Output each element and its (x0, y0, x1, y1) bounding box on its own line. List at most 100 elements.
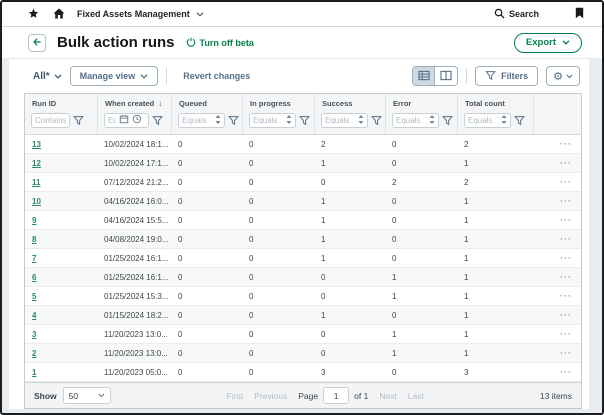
column-header-success[interactable]: Success (314, 94, 385, 110)
cell-error: 0 (385, 311, 457, 320)
row-actions-button[interactable]: ··· (560, 253, 572, 263)
column-header-total-count[interactable]: Total count (457, 94, 533, 110)
filter-funnel-icon[interactable] (442, 115, 453, 126)
row-actions-button[interactable]: ··· (560, 310, 572, 320)
total-count-filter-select[interactable]: Equals (464, 113, 511, 128)
in-progress-filter-select[interactable]: Equals (249, 113, 296, 128)
run-id-link[interactable]: 11 (32, 178, 40, 187)
layout-toggle-group (412, 66, 458, 86)
table-row: 9 04/16/2024 15:5... 0 0 1 0 1 ··· (25, 211, 581, 230)
table-header: Run ID When created ↓ Queued In progress… (25, 94, 581, 135)
up-down-arrows-icon (215, 111, 221, 129)
row-actions-button[interactable]: ··· (560, 329, 572, 339)
table-row: 8 04/08/2024 19:0... 0 0 1 0 1 ··· (25, 230, 581, 249)
success-filter-select[interactable]: Equals (321, 113, 368, 128)
pagination-previous[interactable]: Previous (254, 391, 287, 401)
run-id-link[interactable]: 1 (32, 368, 36, 377)
settings-button[interactable]: ⚙ (546, 66, 580, 86)
back-button[interactable] (28, 34, 46, 52)
cell-total-count: 1 (457, 349, 533, 358)
cell-run-id: 4 (25, 311, 97, 320)
cell-actions: ··· (533, 215, 581, 225)
row-actions-button[interactable]: ··· (560, 158, 572, 168)
page-header: Bulk action runs Turn off beta Export (2, 27, 602, 59)
cell-in-progress: 0 (242, 178, 314, 187)
chevron-down-icon (98, 393, 105, 398)
pagination-last[interactable]: Last (408, 391, 424, 401)
home-button[interactable] (53, 7, 65, 22)
run-id-link[interactable]: 5 (32, 292, 36, 301)
run-id-link[interactable]: 10 (32, 197, 41, 206)
row-actions-button[interactable]: ··· (560, 367, 572, 377)
calendar-icon[interactable] (119, 111, 129, 129)
cell-total-count: 1 (457, 330, 533, 339)
row-actions-button[interactable]: ··· (560, 215, 572, 225)
run-id-link[interactable]: 13 (32, 140, 41, 149)
run-id-link[interactable]: 4 (32, 311, 36, 320)
revert-changes-button[interactable]: Revert changes (183, 71, 250, 81)
manage-view-button[interactable]: Manage view (70, 66, 159, 86)
filter-cell-when-created: Equals (97, 110, 171, 134)
pagination-first[interactable]: First (227, 391, 244, 401)
pagination-next[interactable]: Next (379, 391, 396, 401)
app-switcher[interactable]: Fixed Assets Management (65, 9, 204, 19)
run-id-link[interactable]: 9 (32, 216, 36, 225)
column-header-error[interactable]: Error (385, 94, 457, 110)
run-id-link[interactable]: 3 (32, 330, 36, 339)
when-created-filter[interactable]: Equals (104, 113, 149, 128)
filter-funnel-icon[interactable] (514, 115, 525, 126)
bookmarks-button[interactable] (575, 7, 584, 22)
filter-cell-total-count: Equals (457, 110, 533, 134)
table-row: 13 10/02/2024 18:1... 0 0 2 0 2 ··· (25, 135, 581, 154)
cell-when-created: 04/16/2024 15:5... (97, 216, 171, 225)
cell-queued: 0 (171, 292, 242, 301)
run-id-link[interactable]: 8 (32, 235, 36, 244)
column-header-when-created[interactable]: When created ↓ (97, 94, 171, 110)
row-actions-button[interactable]: ··· (560, 234, 572, 244)
filter-funnel-icon[interactable] (152, 115, 163, 126)
filter-funnel-icon[interactable] (228, 115, 239, 126)
run-id-filter-input[interactable] (31, 113, 70, 128)
row-actions-button[interactable]: ··· (560, 139, 572, 149)
run-id-link[interactable]: 2 (32, 349, 36, 358)
run-id-link[interactable]: 7 (32, 254, 36, 263)
cell-success: 0 (314, 178, 385, 187)
run-id-link[interactable]: 12 (32, 159, 41, 168)
content-area: All* Manage view Revert changes (2, 59, 602, 413)
row-actions-button[interactable]: ··· (560, 291, 572, 301)
table-view-toggle[interactable] (412, 66, 435, 86)
page-number-input[interactable] (323, 387, 349, 404)
filters-button[interactable]: Filters (475, 66, 538, 86)
queued-filter-select[interactable]: Equals (178, 113, 225, 128)
column-header-queued[interactable]: Queued (171, 94, 242, 110)
up-down-arrows-icon (358, 111, 364, 129)
filter-funnel-icon[interactable] (371, 115, 382, 126)
turn-off-beta-label: Turn off beta (200, 38, 254, 48)
row-actions-button[interactable]: ··· (560, 272, 572, 282)
cell-queued: 0 (171, 159, 242, 168)
column-header-in-progress[interactable]: In progress (242, 94, 314, 110)
search-button[interactable]: Search (494, 8, 539, 21)
cell-in-progress: 0 (242, 235, 314, 244)
cell-success: 1 (314, 311, 385, 320)
chevron-down-icon (54, 74, 62, 79)
table-row: 1 11/20/2023 05:0... 0 0 3 0 3 ··· (25, 363, 581, 382)
cell-total-count: 1 (457, 273, 533, 282)
cell-actions: ··· (533, 158, 581, 168)
row-actions-button[interactable]: ··· (560, 196, 572, 206)
favorites-star-button[interactable] (28, 7, 39, 22)
cell-queued: 0 (171, 178, 242, 187)
error-filter-select[interactable]: Equals (392, 113, 439, 128)
run-id-link[interactable]: 6 (32, 273, 36, 282)
view-selector[interactable]: All* (33, 71, 62, 82)
column-header-run-id[interactable]: Run ID (25, 94, 97, 110)
clock-icon[interactable] (132, 111, 142, 129)
filter-funnel-icon[interactable] (73, 115, 84, 126)
row-actions-button[interactable]: ··· (560, 177, 572, 187)
column-view-toggle[interactable] (435, 66, 458, 86)
filter-funnel-icon[interactable] (299, 115, 310, 126)
page-size-select[interactable]: 50 (63, 387, 111, 404)
turn-off-beta-button[interactable]: Turn off beta (186, 37, 254, 49)
export-button[interactable]: Export (514, 33, 582, 53)
row-actions-button[interactable]: ··· (560, 348, 572, 358)
